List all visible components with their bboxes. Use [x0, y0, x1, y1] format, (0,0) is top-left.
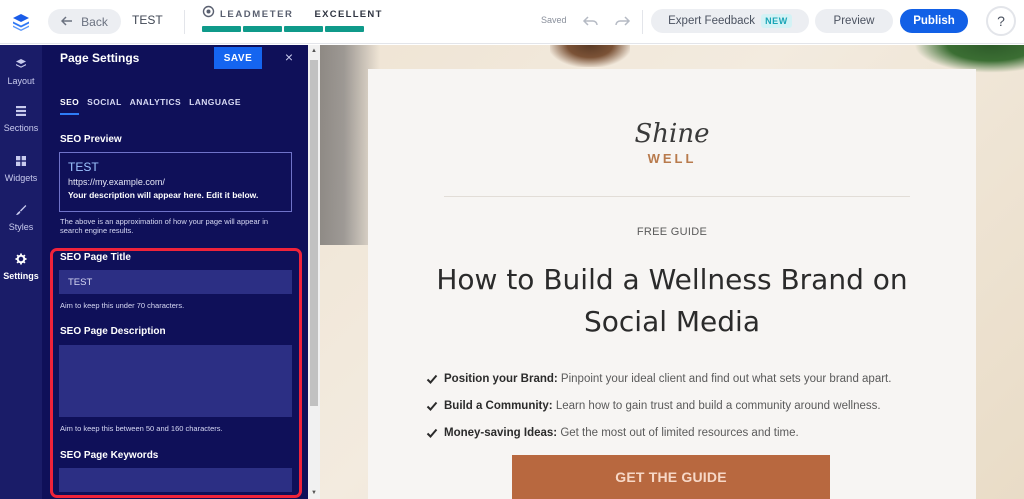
leadmeter-segment: [325, 26, 364, 32]
checkmark-icon: [426, 427, 438, 439]
scrollbar-thumb[interactable]: [310, 60, 318, 406]
seo-preview-hint: The above is an approximation of how you…: [60, 217, 269, 235]
bullet-text: Get the most out of limited resources an…: [557, 426, 799, 439]
bullet-text: Pinpoint your ideal client and find out …: [557, 372, 892, 385]
nav-item-styles[interactable]: Styles: [0, 195, 42, 241]
panel-title: Page Settings: [60, 51, 140, 65]
seo-description-textarea[interactable]: [59, 345, 292, 417]
list-item: Build a Community: Learn how to gain tru…: [426, 392, 946, 419]
arrow-left-icon: [61, 15, 73, 29]
leadmeter[interactable]: LEADMETER EXCELLENT: [202, 5, 381, 32]
bullet-bold: Money-saving Ideas:: [444, 426, 558, 439]
divider: [642, 10, 643, 34]
nav-label: Styles: [8, 222, 34, 232]
brand-logo-sub: WELL: [647, 151, 697, 166]
back-label: Back: [81, 14, 108, 29]
headline[interactable]: How to Build a Wellness Brand on Social …: [422, 259, 922, 343]
expert-feedback-button[interactable]: Expert Feedback NEW: [651, 9, 809, 33]
save-button[interactable]: SAVE: [214, 47, 262, 69]
tab-analytics[interactable]: ANALYTICS: [130, 97, 181, 115]
seo-preview-description: Your description will appear here. Edit …: [68, 190, 259, 200]
bullet-bold: Build a Community:: [444, 399, 553, 412]
leadmeter-label: LEADMETER: [220, 8, 294, 20]
redo-icon[interactable]: [613, 12, 631, 30]
scroll-up-arrow-icon[interactable]: ▲: [310, 47, 318, 55]
seo-keywords-input[interactable]: [59, 468, 292, 492]
back-button[interactable]: Back: [48, 9, 121, 34]
undo-icon[interactable]: [582, 12, 600, 30]
nav-label: Sections: [3, 123, 39, 133]
expert-feedback-label: Expert Feedback: [668, 15, 756, 27]
page-settings-panel: Page Settings SAVE × SEO SOCIAL ANALYTIC…: [42, 45, 308, 499]
divider: [184, 10, 185, 34]
benefit-list[interactable]: Position your Brand: Pinpoint your ideal…: [426, 365, 946, 446]
seo-preview-label: SEO Preview: [60, 134, 122, 145]
nav-item-widgets[interactable]: Widgets: [0, 146, 42, 192]
leadmeter-score: EXCELLENT: [314, 8, 383, 20]
tab-language[interactable]: LANGUAGE: [189, 97, 241, 115]
list-item: Position your Brand: Pinpoint your ideal…: [426, 365, 946, 392]
checkmark-icon: [426, 400, 438, 412]
seo-title-hint: Aim to keep this under 70 characters.: [60, 301, 185, 310]
seo-preview-title: TEST: [68, 160, 99, 174]
headline-line-2: Social Media: [583, 305, 760, 338]
nav-item-layout[interactable]: Layout: [0, 49, 42, 95]
brand-logo-script: Shine: [634, 119, 710, 149]
settings-tabs: SEO SOCIAL ANALYTICS LANGUAGE: [60, 97, 241, 115]
seo-title-label: SEO Page Title: [60, 252, 131, 263]
bullet-bold: Position your Brand:: [444, 372, 558, 385]
headline-line-1: How to Build a Wellness Brand on: [436, 263, 908, 296]
nav-label: Settings: [3, 271, 39, 281]
nav-item-sections[interactable]: Sections: [0, 96, 42, 142]
gear-icon: [15, 253, 27, 267]
brush-icon: [15, 204, 27, 218]
page-canvas[interactable]: Shine WELL FREE GUIDE How to Build a Wel…: [320, 45, 1024, 499]
publish-button[interactable]: Publish: [900, 9, 968, 33]
nav-item-settings[interactable]: Settings: [0, 244, 42, 290]
new-badge: NEW: [761, 14, 792, 28]
tab-seo[interactable]: SEO: [60, 97, 80, 115]
list-item: Money-saving Ideas: Get the most out of …: [426, 419, 946, 446]
tab-social[interactable]: SOCIAL: [87, 97, 122, 115]
preview-button[interactable]: Preview: [815, 9, 893, 33]
seo-description-hint: Aim to keep this between 50 and 160 char…: [60, 424, 223, 433]
leadmeter-segment: [202, 26, 241, 32]
layers-icon: [15, 58, 27, 72]
sections-icon: [15, 105, 27, 119]
saved-status: Saved: [541, 15, 567, 25]
seo-title-input[interactable]: [59, 270, 292, 294]
nav-label: Layout: [7, 76, 35, 86]
seo-preview-url: https://my.example.com/: [68, 177, 165, 187]
widgets-icon: [15, 155, 27, 169]
eyebrow-text[interactable]: FREE GUIDE: [368, 226, 976, 238]
leadmeter-bar: [202, 26, 364, 32]
landing-page-card[interactable]: Shine WELL FREE GUIDE How to Build a Wel…: [368, 69, 976, 499]
bullet-text: Learn how to gain trust and build a comm…: [552, 399, 881, 412]
app-logo-icon[interactable]: [0, 0, 42, 44]
get-the-guide-button[interactable]: GET THE GUIDE: [512, 455, 830, 499]
divider: [444, 196, 910, 197]
leadmeter-segment: [243, 26, 282, 32]
scroll-down-arrow-icon[interactable]: ▼: [310, 489, 318, 497]
leadmeter-segment: [284, 26, 323, 32]
seo-preview-box: TEST https://my.example.com/ Your descri…: [59, 152, 292, 212]
checkmark-icon: [426, 373, 438, 385]
target-icon: [202, 5, 215, 23]
top-bar: Back TEST LEADMETER EXCELLENT Saved Expe…: [0, 0, 1024, 44]
background-photo-decoration: [550, 45, 630, 67]
seo-keywords-label: SEO Page Keywords: [60, 450, 159, 461]
nav-label: Widgets: [4, 173, 38, 183]
left-nav: Layout Sections Widgets Styles Settings: [0, 45, 42, 499]
page-name[interactable]: TEST: [132, 13, 163, 27]
help-button[interactable]: ?: [986, 6, 1016, 36]
seo-description-label: SEO Page Description: [60, 326, 166, 337]
close-icon[interactable]: ×: [282, 49, 296, 65]
